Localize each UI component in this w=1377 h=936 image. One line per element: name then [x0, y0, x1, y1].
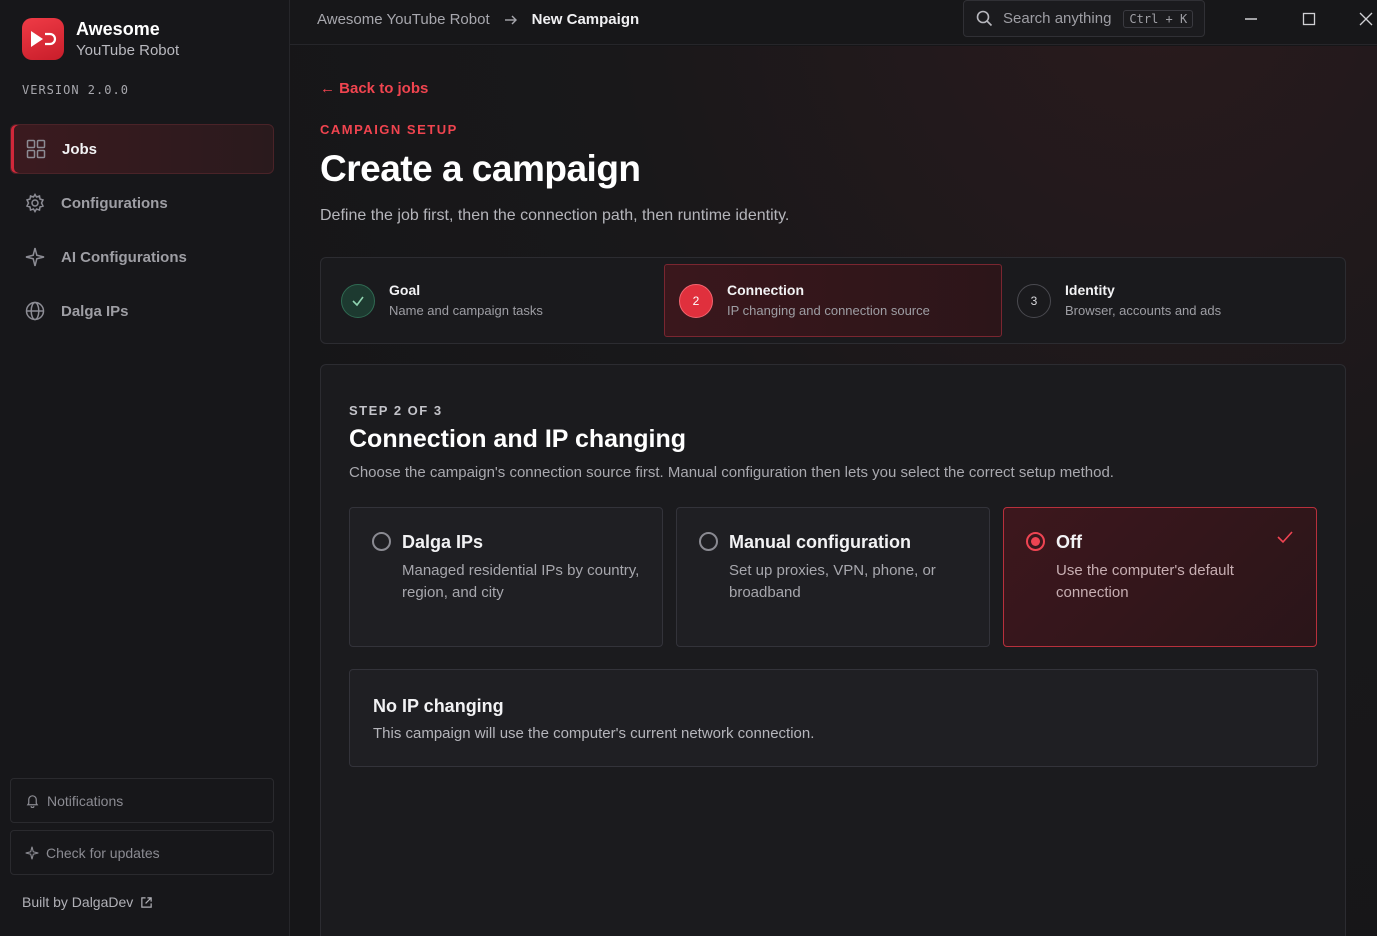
option-title: Manual configuration [729, 532, 911, 552]
notifications-label: Notifications [47, 792, 124, 809]
check-updates-label: Check for updates [46, 844, 160, 861]
info-desc: This campaign will use the computer's cu… [373, 725, 815, 742]
option-off[interactable]: Off Use the computer's default connectio… [1003, 507, 1317, 647]
option-title: Off [1056, 532, 1082, 552]
step-title: Goal [389, 281, 421, 298]
no-ip-changing-info: No IP changing This campaign will use th… [349, 669, 1318, 767]
step-identity[interactable]: 3 Identity Browser, accounts and ads [1017, 264, 1337, 337]
sidebar-item-label: Dalga IPs [61, 302, 129, 320]
search-shortcut-badge: Ctrl + K [1123, 9, 1194, 28]
notifications-button[interactable]: Notifications [10, 778, 274, 823]
info-title: No IP changing [373, 696, 504, 716]
brand-title: Awesome [76, 19, 160, 39]
close-icon [1359, 12, 1373, 26]
step-title: Identity [1065, 281, 1115, 298]
version-label: VERSION 2.0.0 [22, 83, 129, 97]
sidebar-item-ai-configurations[interactable]: AI Configurations [10, 232, 274, 282]
step-number: 2 [679, 283, 713, 318]
search-input[interactable]: Search anything Ctrl + K [963, 0, 1205, 37]
brand-subtitle: YouTube Robot [76, 42, 180, 59]
bell-icon [25, 793, 40, 808]
step-number: 3 [1017, 283, 1051, 318]
check-icon [341, 283, 375, 318]
option-desc: Set up proxies, VPN, phone, or broadband [729, 562, 936, 601]
sidebar-item-label: AI Configurations [61, 248, 187, 266]
step-goal[interactable]: Goal Name and campaign tasks [341, 264, 661, 337]
option-desc: Use the computer's default connection [1056, 562, 1234, 601]
minimize-button[interactable] [1236, 8, 1266, 30]
radio-button[interactable] [1026, 532, 1045, 551]
panel-subtitle: Choose the campaign's connection source … [349, 464, 1114, 481]
step-desc: Browser, accounts and ads [1065, 302, 1222, 318]
step-connection[interactable]: 2 Connection IP changing and connection … [664, 264, 1002, 337]
radio-button[interactable] [372, 532, 391, 551]
back-to-jobs-link[interactable]: ← Back to jobs [320, 80, 428, 97]
stepper: Goal Name and campaign tasks 2 Connectio… [320, 257, 1346, 344]
page-title: Create a campaign [320, 148, 641, 189]
option-desc: Managed residential IPs by country, regi… [402, 562, 640, 601]
search-placeholder: Search anything [1003, 10, 1112, 27]
globe-icon [24, 300, 46, 322]
sparkle-icon [24, 246, 46, 268]
minimize-icon [1245, 18, 1257, 20]
radio-button[interactable] [699, 532, 718, 551]
maximize-icon [1302, 12, 1316, 26]
external-link-icon [140, 896, 153, 909]
sidebar-nav: Jobs Configurations AI Configurations Da… [10, 124, 274, 340]
option-title: Dalga IPs [402, 532, 484, 552]
connection-panel: STEP 2 OF 3 Connection and IP changing C… [320, 364, 1346, 936]
maximize-button[interactable] [1294, 8, 1324, 30]
top-bar: Awesome YouTube Robot New Campaign Searc… [290, 0, 1377, 45]
checkmark-icon [1276, 530, 1294, 549]
sidebar-item-label: Jobs [62, 140, 98, 158]
step-counter: STEP 2 OF 3 [349, 403, 443, 418]
sidebar: Awesome YouTube Robot VERSION 2.0.0 Jobs… [0, 0, 290, 936]
breadcrumb: Awesome YouTube Robot New Campaign [317, 11, 639, 28]
step-desc: Name and campaign tasks [389, 302, 543, 318]
panel-title: Connection and IP changing [349, 425, 687, 453]
step-desc: IP changing and connection source [727, 302, 930, 318]
arrow-right-icon [504, 14, 518, 26]
breadcrumb-root[interactable]: Awesome YouTube Robot [317, 11, 490, 28]
main-content: ← Back to jobs CAMPAIGN SETUP Create a c… [290, 46, 1377, 936]
sidebar-item-dalga-ips[interactable]: Dalga IPs [10, 286, 274, 336]
search-icon [976, 10, 993, 27]
breadcrumb-current: New Campaign [531, 11, 640, 28]
app-logo-icon [22, 18, 64, 60]
grid-icon [25, 138, 47, 160]
check-updates-button[interactable]: Check for updates [10, 830, 274, 875]
page-subtitle: Define the job first, then the connectio… [320, 207, 790, 224]
built-by-label: Built by DalgaDev [22, 894, 134, 910]
built-by-link[interactable]: Built by DalgaDev [22, 894, 153, 910]
gear-icon [24, 192, 46, 214]
sidebar-item-label: Configurations [61, 194, 168, 212]
close-button[interactable] [1351, 8, 1377, 30]
sidebar-item-jobs[interactable]: Jobs [10, 124, 274, 174]
option-dalga-ips[interactable]: Dalga IPs Managed residential IPs by cou… [349, 507, 663, 647]
sparkle-icon [25, 846, 39, 860]
brand[interactable]: Awesome YouTube Robot [22, 18, 179, 62]
step-title: Connection [727, 281, 804, 298]
sidebar-item-configurations[interactable]: Configurations [10, 178, 274, 228]
page-eyebrow: CAMPAIGN SETUP [320, 122, 458, 137]
option-manual-configuration[interactable]: Manual configuration Set up proxies, VPN… [676, 507, 990, 647]
